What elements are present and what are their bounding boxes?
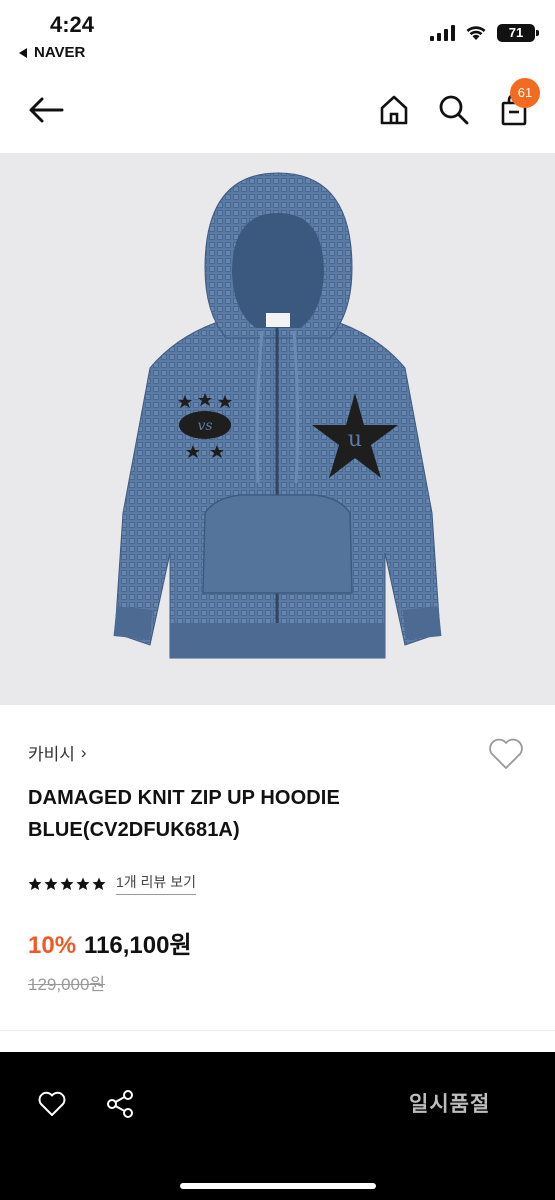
section-divider bbox=[0, 1030, 555, 1031]
battery-indicator: 71 bbox=[497, 24, 539, 42]
sold-out-button[interactable]: 일시품절 bbox=[409, 1088, 490, 1118]
star-icon bbox=[44, 877, 58, 890]
back-app-label: NAVER bbox=[34, 44, 86, 61]
cellular-signal-icon bbox=[430, 25, 455, 41]
status-icons: 71 bbox=[430, 24, 539, 42]
original-price: 129,000원 bbox=[28, 975, 106, 994]
discount-rate: 10% bbox=[28, 932, 77, 959]
star-icon bbox=[76, 877, 90, 890]
price-row: 10% 116,100원 bbox=[28, 925, 192, 960]
wishlist-heart-icon[interactable] bbox=[36, 1088, 68, 1120]
back-to-app-link[interactable]: NAVER bbox=[18, 44, 85, 61]
star-icon bbox=[28, 877, 42, 890]
chevron-right-icon: › bbox=[80, 742, 87, 762]
home-icon[interactable] bbox=[376, 92, 412, 128]
search-icon[interactable] bbox=[436, 92, 472, 128]
svg-text:vs: vs bbox=[197, 418, 212, 434]
hoodie-illustration: vs u bbox=[113, 172, 442, 659]
home-indicator bbox=[180, 1183, 376, 1189]
rating-stars bbox=[28, 877, 106, 891]
cart-count-badge: 61 bbox=[510, 78, 540, 108]
wifi-icon bbox=[466, 26, 486, 40]
brand-name: 카비시 bbox=[28, 745, 75, 764]
heart-icon[interactable] bbox=[486, 734, 526, 774]
top-navigation bbox=[0, 80, 555, 140]
sale-price: 116,100원 bbox=[84, 932, 192, 959]
product-image[interactable]: vs u bbox=[0, 153, 555, 705]
back-triangle-icon bbox=[19, 47, 27, 58]
status-bar: 4:24 NAVER 71 bbox=[0, 0, 555, 70]
bottom-action-bar: 일시품절 bbox=[0, 1052, 555, 1200]
rating-row: 1개 리뷰 보기 bbox=[28, 872, 196, 895]
product-title: DAMAGED KNIT ZIP UP HOODIE BLUE(CV2DFUK6… bbox=[28, 782, 468, 846]
svg-text:u: u bbox=[348, 427, 362, 452]
share-icon[interactable] bbox=[104, 1088, 136, 1120]
brand-link[interactable]: 카비시 › bbox=[28, 740, 87, 765]
product-title-line1: DAMAGED KNIT ZIP UP HOODIE bbox=[28, 787, 340, 809]
star-icon bbox=[92, 877, 106, 890]
status-time: 4:24 bbox=[50, 12, 95, 37]
star-icon bbox=[60, 877, 74, 890]
back-arrow-icon[interactable] bbox=[26, 92, 66, 128]
review-link[interactable]: 1개 리뷰 보기 bbox=[116, 872, 196, 895]
product-title-line2: BLUE(CV2DFUK681A) bbox=[28, 819, 240, 841]
